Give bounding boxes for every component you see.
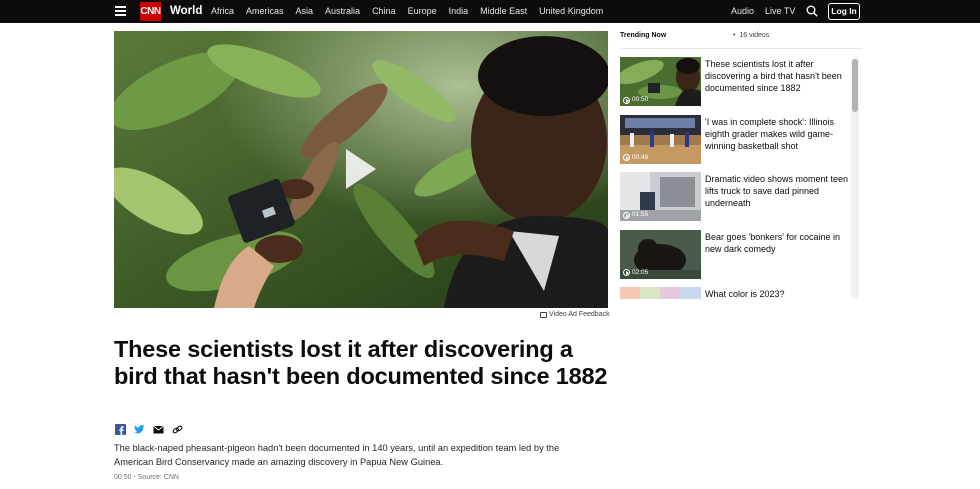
twitter-icon[interactable]: [134, 424, 145, 435]
nav-link-australia[interactable]: Australia: [325, 6, 360, 17]
play-circle-icon: [623, 211, 630, 219]
trending-list: 00:50 These scientists lost it after dis…: [620, 57, 852, 299]
menu-icon[interactable]: [115, 6, 126, 16]
login-button[interactable]: Log In: [828, 3, 860, 20]
video-ad-feedback-label: Video Ad Feedback: [549, 311, 610, 318]
article-headline: These scientists lost it after discoveri…: [114, 336, 608, 389]
duration-label: 00:50: [632, 96, 649, 103]
duration-label: 00:48: [632, 153, 649, 161]
video-duration: 02:05: [623, 269, 648, 277]
play-circle-icon: [623, 154, 630, 161]
facebook-icon[interactable]: [115, 424, 126, 435]
trending-item[interactable]: 00:48 'I was in complete shock': Illinoi…: [620, 114, 852, 173]
email-icon[interactable]: [153, 424, 164, 435]
nav-link-americas[interactable]: Americas: [246, 6, 284, 17]
link-icon[interactable]: [172, 424, 183, 435]
region-nav: Africa Americas Asia Australia China Eur…: [211, 6, 615, 17]
nav-link-united-kingdom[interactable]: United Kingdom: [539, 6, 603, 17]
trending-count: • 16 videos: [733, 32, 770, 39]
trending-item[interactable]: 01:55 Dramatic video shows moment teen l…: [620, 172, 852, 230]
section-title[interactable]: World: [170, 4, 202, 19]
trending-item[interactable]: 00:50 These scientists lost it after dis…: [620, 57, 852, 115]
nav-link-asia[interactable]: Asia: [296, 6, 314, 17]
video-thumbnail[interactable]: 00:48: [620, 114, 701, 164]
video-ad-feedback[interactable]: Video Ad Feedback: [540, 310, 610, 319]
video-meta: 00:50 - Source: CNN: [114, 474, 179, 481]
play-icon[interactable]: [346, 149, 376, 189]
nav-link-middle-east[interactable]: Middle East: [480, 6, 527, 17]
duration-label: 01:55: [632, 211, 649, 218]
share-bar: [115, 424, 183, 435]
play-circle-icon: [623, 96, 630, 104]
trending-item-title[interactable]: 'I was in complete shock': Illinois eigh…: [705, 116, 851, 152]
video-duration: 01:55: [623, 211, 648, 219]
cnn-logo[interactable]: CNN: [140, 2, 161, 21]
video-thumbnail[interactable]: 00:50: [620, 57, 701, 106]
nav-link-india[interactable]: India: [449, 6, 469, 17]
trending-item[interactable]: 02:05 Bear goes 'bonkers' for cocaine in…: [620, 229, 852, 288]
trending-item-title[interactable]: Dramatic video shows moment teen lifts t…: [705, 173, 851, 209]
trending-item[interactable]: What color is 2023?: [620, 287, 852, 299]
video-player[interactable]: [114, 31, 608, 308]
search-icon[interactable]: [806, 5, 818, 17]
trending-item-title[interactable]: Bear goes 'bonkers' for cocaine in new d…: [705, 231, 851, 255]
feedback-icon: [540, 311, 547, 318]
video-thumbnail[interactable]: [620, 287, 701, 299]
video-thumbnail[interactable]: 02:05: [620, 229, 701, 279]
trending-heading: Trending Now: [620, 32, 667, 39]
video-duration: 00:50: [623, 96, 648, 104]
trending-count-label: 16 videos: [739, 32, 770, 39]
divider: [620, 48, 862, 49]
trending-item-title[interactable]: What color is 2023?: [705, 288, 851, 299]
scrollbar-thumb[interactable]: [852, 59, 858, 112]
audio-link[interactable]: Audio: [731, 6, 754, 17]
nav-link-europe[interactable]: Europe: [408, 6, 437, 17]
live-tv-link[interactable]: Live TV: [765, 6, 795, 17]
video-thumbnail[interactable]: 01:55: [620, 172, 701, 221]
top-nav: CNN World Africa Americas Asia Australia…: [0, 0, 980, 23]
trending-item-title[interactable]: These scientists lost it after discoveri…: [705, 58, 851, 94]
duration-label: 02:05: [632, 268, 649, 276]
nav-link-africa[interactable]: Africa: [211, 6, 234, 17]
video-duration: 00:48: [623, 154, 648, 162]
play-circle-icon: [623, 269, 630, 276]
article-summary: The black-naped pheasant-pigeon hadn't b…: [114, 443, 560, 467]
nav-link-china[interactable]: China: [372, 6, 396, 17]
